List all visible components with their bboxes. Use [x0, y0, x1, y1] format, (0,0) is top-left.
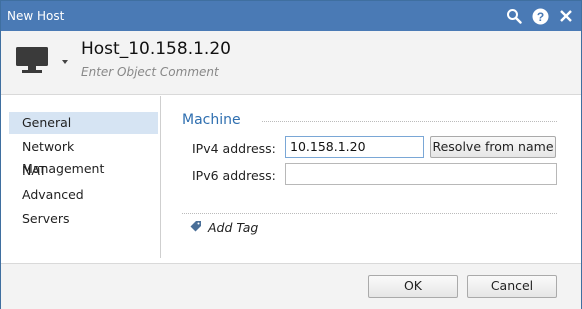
general-panel: Machine IPv4 address: 10.158.1.20 Resolv…	[162, 96, 581, 258]
sidebar-item-advanced[interactable]: Advanced	[9, 184, 158, 206]
new-host-dialog: New Host ? Host_10.158.1.20 Enter Object…	[0, 0, 582, 309]
sidebar-item-servers[interactable]: Servers	[9, 208, 158, 230]
sidebar: General Network Management NAT Advanced …	[1, 96, 161, 258]
dialog-footer: OK Cancel	[1, 263, 581, 309]
title-bar-icons: ?	[505, 7, 575, 25]
tag-icon	[190, 220, 202, 235]
comment-field[interactable]: Enter Object Comment	[81, 65, 219, 79]
add-tag-label: Add Tag	[208, 220, 259, 235]
close-icon[interactable]	[557, 7, 575, 25]
sidebar-item-general[interactable]: General	[9, 112, 158, 134]
sidebar-item-nat[interactable]: NAT	[9, 160, 158, 182]
window-title: New Host	[7, 9, 65, 23]
ipv6-input[interactable]	[285, 163, 557, 185]
tag-divider	[182, 213, 557, 214]
ipv4-input[interactable]: 10.158.1.20	[285, 136, 424, 158]
sidebar-item-network-management[interactable]: Network Management	[9, 136, 158, 176]
cancel-button[interactable]: Cancel	[467, 275, 557, 298]
search-icon[interactable]	[505, 7, 523, 25]
svg-text:?: ?	[536, 9, 543, 23]
ipv6-label: IPv6 address:	[192, 168, 276, 183]
title-bar[interactable]: New Host ?	[1, 1, 581, 31]
ipv4-label: IPv4 address:	[192, 141, 276, 156]
help-icon[interactable]: ?	[531, 7, 549, 25]
monitor-icon[interactable]	[15, 44, 49, 76]
ok-button[interactable]: OK	[368, 275, 458, 298]
object-header: Host_10.158.1.20 Enter Object Comment	[1, 31, 581, 95]
add-tag-button[interactable]: Add Tag	[190, 220, 258, 235]
resolve-from-name-button[interactable]: Resolve from name	[430, 136, 556, 158]
section-title: Machine	[182, 112, 241, 128]
section-divider	[262, 121, 557, 122]
chevron-down-icon[interactable]	[61, 55, 69, 64]
host-name[interactable]: Host_10.158.1.20	[81, 39, 231, 59]
